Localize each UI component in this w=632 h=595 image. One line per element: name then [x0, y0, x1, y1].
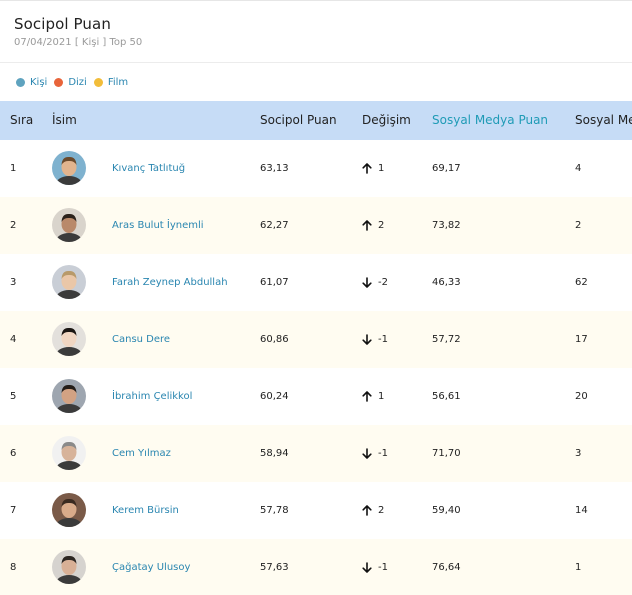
social-rank-cell: 20	[575, 391, 588, 402]
change-cell: -1	[378, 334, 388, 345]
avatar[interactable]	[52, 208, 86, 242]
person-name-link[interactable]: Kıvanç Tatlıtuğ	[112, 140, 185, 197]
page-subtitle: 07/04/2021 [ Kişi ] Top 50	[14, 37, 143, 48]
change-cell: 2	[378, 220, 385, 231]
social-rank-cell: 62	[575, 277, 588, 288]
rank-cell: 5	[10, 391, 17, 402]
arrow-down-icon	[362, 277, 372, 288]
column-header-change[interactable]: Değişim	[362, 101, 411, 140]
avatar[interactable]	[52, 436, 86, 470]
table-header: Sıra İsim Socipol Puan Değişim Sosyal Me…	[0, 101, 632, 140]
social-score-cell: 56,61	[432, 391, 461, 402]
table-row[interactable]: 8 Çağatay Ulusoy 57,63 -1 76,64 1	[0, 539, 632, 595]
legend-item-dizi[interactable]: Dizi	[54, 77, 87, 88]
social-score-cell: 59,40	[432, 505, 461, 516]
social-rank-cell: 4	[575, 163, 582, 174]
score-cell: 60,86	[260, 334, 289, 345]
rank-cell: 4	[10, 334, 17, 345]
column-header-name[interactable]: İsim	[52, 101, 77, 140]
column-header-score[interactable]: Socipol Puan	[260, 101, 337, 140]
table-row[interactable]: 5 İbrahim Çelikkol 60,24 1 56,61 20	[0, 368, 632, 425]
social-score-cell: 46,33	[432, 277, 461, 288]
score-cell: 57,78	[260, 505, 289, 516]
arrow-up-icon	[362, 163, 372, 174]
avatar[interactable]	[52, 379, 86, 413]
column-header-social-score[interactable]: Sosyal Medya Puan	[432, 101, 548, 140]
score-cell: 58,94	[260, 448, 289, 459]
rank-cell: 3	[10, 277, 17, 288]
legend-label: Film	[107, 77, 129, 88]
score-cell: 63,13	[260, 163, 289, 174]
avatar[interactable]	[52, 550, 86, 584]
avatar[interactable]	[52, 322, 86, 356]
column-header-social-rank[interactable]: Sosyal Me	[575, 101, 632, 140]
avatar[interactable]	[52, 265, 86, 299]
person-name-link[interactable]: Çağatay Ulusoy	[112, 539, 190, 595]
social-rank-cell: 2	[575, 220, 582, 231]
legend-dot-icon	[16, 78, 25, 87]
legend-label: Kişi	[30, 77, 48, 88]
change-cell: 1	[378, 391, 385, 402]
person-name-link[interactable]: Farah Zeynep Abdullah	[112, 254, 228, 311]
arrow-up-icon	[362, 391, 372, 402]
legend-label: Dizi	[68, 77, 87, 88]
rank-cell: 1	[10, 163, 17, 174]
table-row[interactable]: 4 Cansu Dere 60,86 -1 57,72 17	[0, 311, 632, 368]
rank-cell: 2	[10, 220, 17, 231]
social-rank-cell: 1	[575, 562, 582, 573]
panel-header: Socipol Puan 07/04/2021 [ Kişi ] Top 50	[14, 15, 142, 48]
table-row[interactable]: 7 Kerem Bürsin 57,78 2 59,40 14	[0, 482, 632, 539]
score-cell: 57,63	[260, 562, 289, 573]
change-cell: -1	[378, 562, 388, 573]
ranking-panel: Socipol Puan 07/04/2021 [ Kişi ] Top 50 …	[0, 0, 632, 595]
avatar[interactable]	[52, 151, 86, 185]
social-score-cell: 71,70	[432, 448, 461, 459]
social-rank-cell: 3	[575, 448, 582, 459]
legend-dot-icon	[54, 78, 64, 87]
score-cell: 60,24	[260, 391, 289, 402]
person-name-link[interactable]: Cansu Dere	[112, 311, 170, 368]
score-cell: 62,27	[260, 220, 289, 231]
arrow-down-icon	[362, 334, 372, 345]
avatar[interactable]	[52, 493, 86, 527]
legend-item-kisi[interactable]: Kişi	[16, 77, 47, 88]
page-title: Socipol Puan	[14, 15, 111, 33]
person-name-link[interactable]: Cem Yılmaz	[112, 425, 171, 482]
table-row[interactable]: 1 Kıvanç Tatlıtuğ 63,13 1 69,17 4	[0, 140, 632, 197]
arrow-down-icon	[362, 448, 372, 459]
column-header-rank[interactable]: Sıra	[10, 101, 33, 140]
rank-cell: 6	[10, 448, 17, 459]
table-row[interactable]: 2 Aras Bulut İynemli 62,27 2 73,82 2	[0, 197, 632, 254]
social-score-cell: 76,64	[432, 562, 461, 573]
arrow-down-icon	[362, 562, 372, 573]
rank-cell: 8	[10, 562, 17, 573]
category-legend: Kişi Dizi Film	[16, 77, 135, 88]
table-body: 1 Kıvanç Tatlıtuğ 63,13 1 69,17 4 2 Aras Bulut …	[0, 140, 632, 595]
table-row[interactable]: 3 Farah Zeynep Abdullah 61,07 -2 46,33 62	[0, 254, 632, 311]
social-score-cell: 57,72	[432, 334, 461, 345]
person-name-link[interactable]: Aras Bulut İynemli	[112, 197, 204, 254]
legend-dot-icon	[93, 78, 103, 87]
social-rank-cell: 17	[575, 334, 588, 345]
social-score-cell: 69,17	[432, 163, 461, 174]
person-name-link[interactable]: İbrahim Çelikkol	[112, 368, 192, 425]
change-cell: 1	[378, 163, 385, 174]
change-cell: -1	[378, 448, 388, 459]
arrow-up-icon	[362, 220, 372, 231]
legend-item-film[interactable]: Film	[93, 77, 129, 88]
rank-cell: 7	[10, 505, 17, 516]
social-score-cell: 73,82	[432, 220, 461, 231]
social-rank-cell: 14	[575, 505, 588, 516]
score-cell: 61,07	[260, 277, 289, 288]
change-cell: -2	[378, 277, 388, 288]
table-row[interactable]: 6 Cem Yılmaz 58,94 -1 71,70 3	[0, 425, 632, 482]
ranking-table: Sıra İsim Socipol Puan Değişim Sosyal Me…	[0, 101, 632, 595]
change-cell: 2	[378, 505, 385, 516]
person-name-link[interactable]: Kerem Bürsin	[112, 482, 179, 539]
arrow-up-icon	[362, 505, 372, 516]
header-divider	[0, 62, 632, 63]
